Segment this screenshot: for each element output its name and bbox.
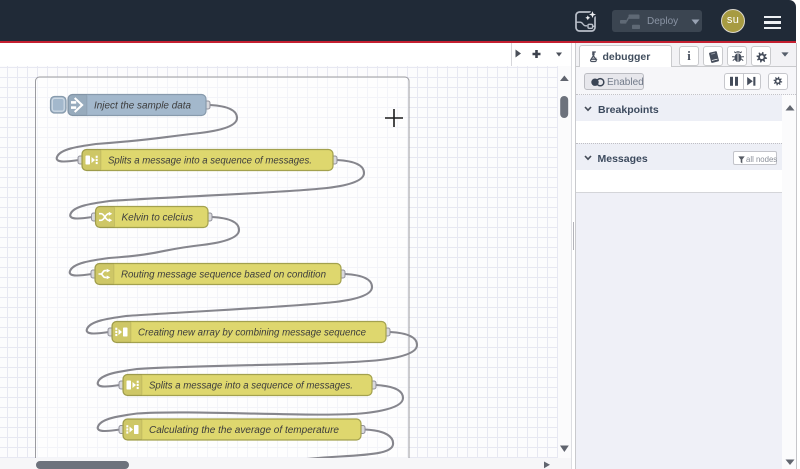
svg-text:Creating new array by combinin: Creating new array by combining message … <box>138 327 367 338</box>
svg-text:Splits a message into a sequen: Splits a message into a sequence of mess… <box>108 155 312 166</box>
svg-text:Routing message sequence based: Routing message sequence based on condit… <box>121 269 326 280</box>
svg-text:Kelvin to celcius: Kelvin to celcius <box>122 212 194 223</box>
svg-text:Inject the sample data: Inject the sample data <box>94 100 192 111</box>
svg-text:Splits a message into a sequen: Splits a message into a sequence of mess… <box>149 380 353 391</box>
svg-text:Calculating the the average of: Calculating the the average of temperatu… <box>149 425 340 436</box>
